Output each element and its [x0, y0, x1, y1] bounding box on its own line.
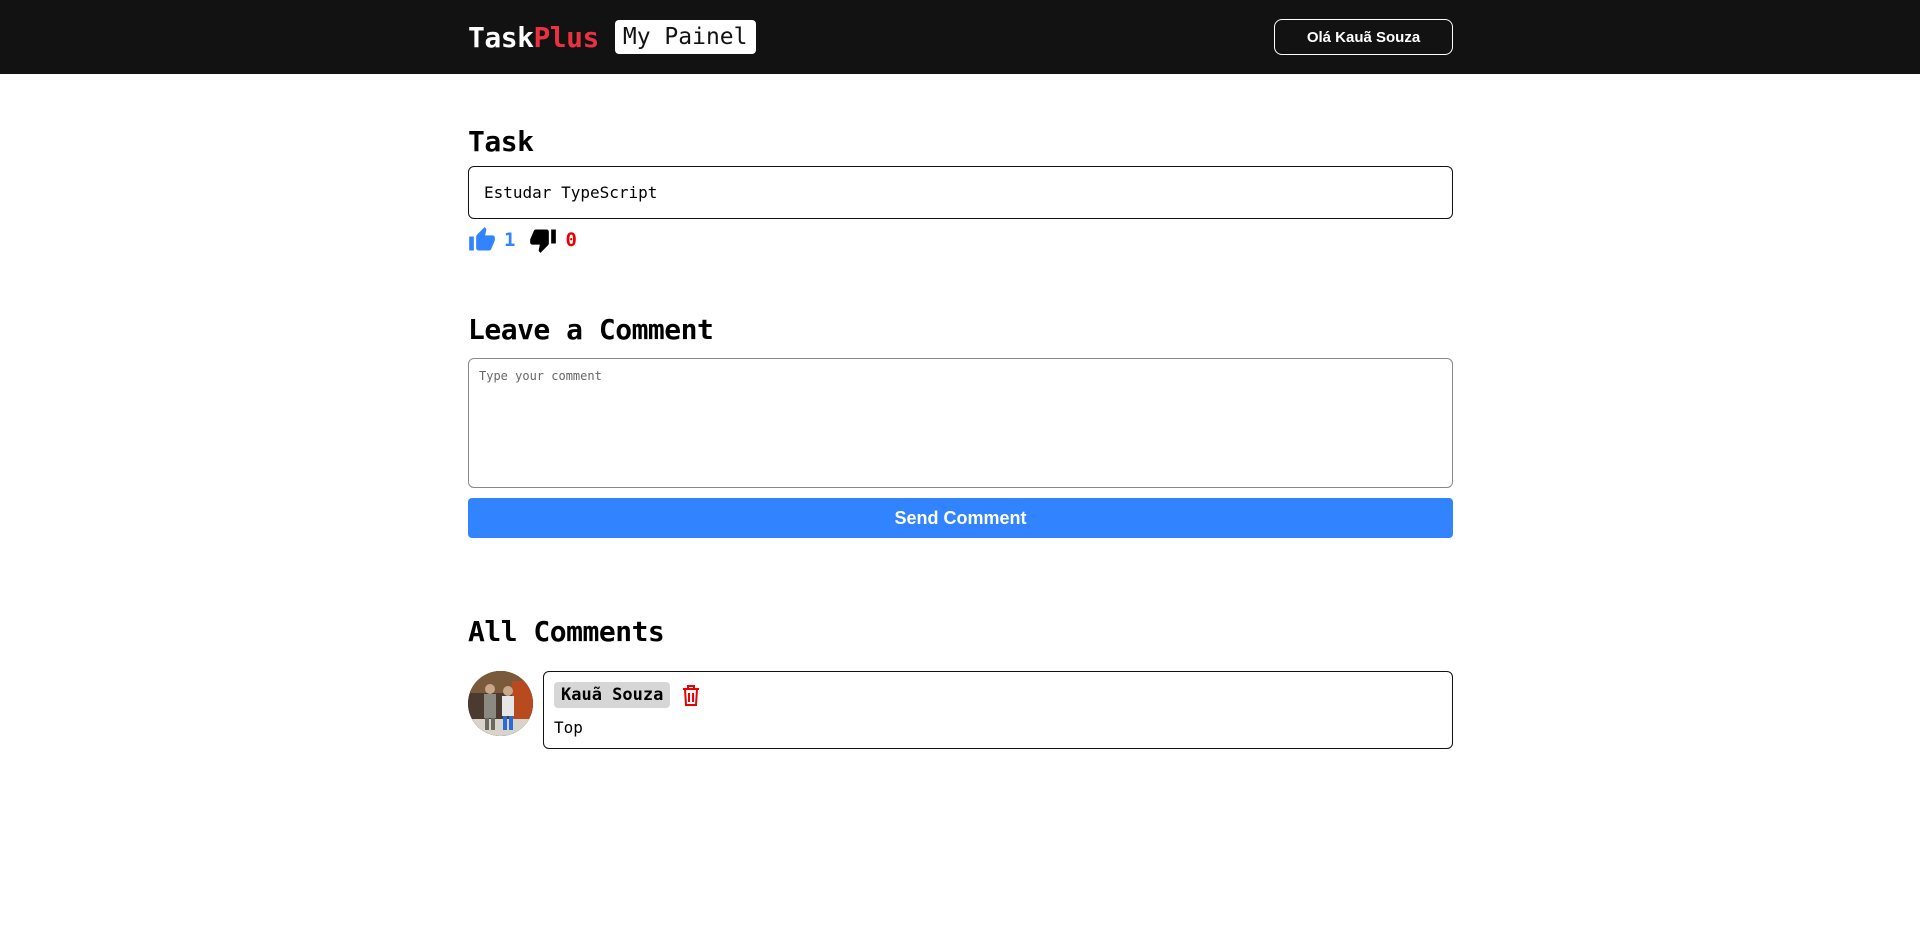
vote-bar: 1 0 [468, 225, 591, 255]
task-text-box: Estudar TypeScript [468, 166, 1453, 219]
comment-input[interactable] [468, 358, 1453, 488]
logo-link[interactable]: TaskPlus [468, 21, 599, 54]
logo-accent: Plus [533, 20, 599, 54]
like-count: 1 [504, 229, 516, 251]
thumbs-down-icon [529, 226, 557, 254]
dislike-count: 0 [565, 229, 577, 251]
all-comments-heading: All Comments [468, 615, 665, 648]
comment-card: Kauã Souza Top [543, 671, 1453, 749]
comment-header: Kauã Souza [554, 682, 1442, 708]
task-heading: Task [468, 125, 534, 158]
my-panel-link[interactable]: My Painel [614, 20, 756, 54]
comment-text: Top [554, 718, 583, 737]
send-comment-button[interactable]: Send Comment [468, 498, 1453, 538]
logo-main: Task [468, 20, 534, 54]
avatar [468, 671, 533, 736]
brand: TaskPlus My Painel [468, 20, 756, 54]
thumbs-up-icon [468, 226, 496, 254]
trash-icon[interactable] [680, 683, 702, 707]
top-header: TaskPlus My Painel Olá Kauã Souza [0, 0, 1920, 74]
header-inner: TaskPlus My Painel Olá Kauã Souza [468, 0, 1453, 74]
task-text: Estudar TypeScript [484, 183, 658, 202]
dislike-button[interactable]: 0 [529, 226, 577, 254]
comment-item: Kauã Souza Top [468, 671, 1453, 749]
like-button[interactable]: 1 [468, 226, 515, 254]
comment-author: Kauã Souza [554, 682, 671, 708]
leave-comment-heading: Leave a Comment [468, 313, 714, 346]
user-button[interactable]: Olá Kauã Souza [1274, 19, 1453, 55]
